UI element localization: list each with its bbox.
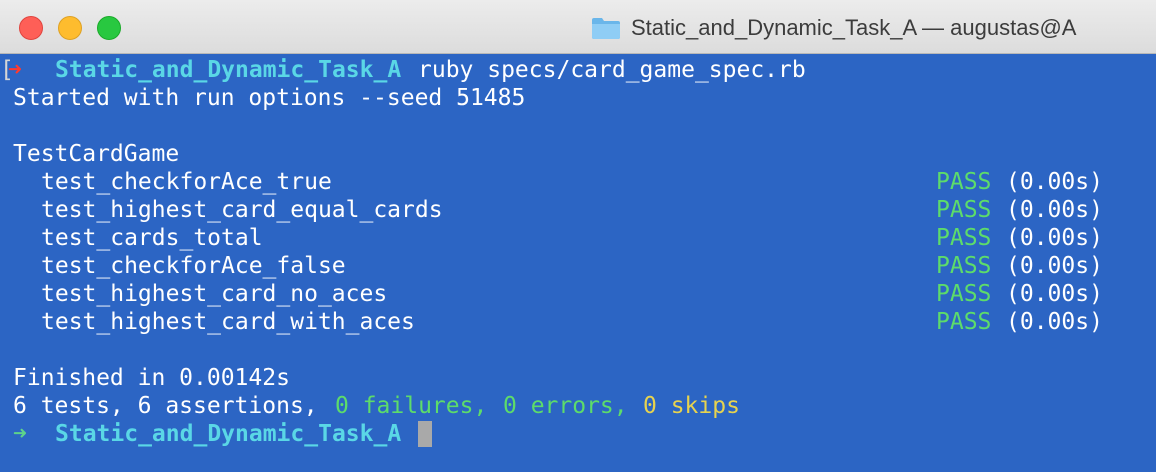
folder-icon: [591, 16, 621, 40]
prompt-line-1: [ ➜ Static_and_Dynamic_Task_A ruby specs…: [0, 56, 806, 84]
title-bar[interactable]: Static_and_Dynamic_Task_A — augustas@A: [0, 0, 1156, 54]
test-name: test_highest_card_with_aces: [41, 309, 415, 335]
summary-failures: 0 failures,: [335, 393, 502, 419]
test-time: (0.00s): [1006, 169, 1103, 195]
finished-text: Finished in 0.00142s: [13, 365, 290, 391]
test-time: (0.00s): [1006, 281, 1103, 307]
terminal-window: Static_and_Dynamic_Task_A — augustas@A […: [0, 0, 1156, 472]
finished-line: Finished in 0.00142s: [0, 364, 290, 392]
terminal-output[interactable]: [ ➜ Static_and_Dynamic_Task_A ruby specs…: [0, 54, 1156, 472]
test-time: (0.00s): [1006, 225, 1103, 251]
test-row: test_highest_card_with_aces PASS (0.00s): [0, 308, 1103, 336]
summary-skips: 0 skips: [643, 393, 740, 419]
test-name: test_highest_card_no_aces: [41, 281, 388, 307]
test-row: test_highest_card_no_aces PASS (0.00s): [0, 280, 1103, 308]
test-name: test_cards_total: [41, 225, 263, 251]
test-status: PASS: [936, 281, 992, 307]
suite-name: TestCardGame: [13, 141, 180, 167]
test-name: test_highest_card_equal_cards: [41, 197, 443, 223]
prompt-directory: Static_and_Dynamic_Task_A: [55, 421, 402, 447]
summary-errors: 0 errors,: [503, 393, 642, 419]
test-name: test_checkforAce_false: [41, 253, 346, 279]
test-status: PASS: [936, 225, 992, 251]
prompt-line-2[interactable]: ➜ Static_and_Dynamic_Task_A: [0, 420, 432, 448]
test-status: PASS: [936, 309, 992, 335]
zoom-button[interactable]: [97, 16, 121, 40]
test-status: PASS: [936, 253, 992, 279]
test-row: test_cards_total PASS (0.00s): [0, 224, 1103, 252]
close-button[interactable]: [19, 16, 43, 40]
arrow-icon: ➜: [8, 57, 22, 83]
test-row: test_checkforAce_true PASS (0.00s): [0, 168, 1103, 196]
suite-line: TestCardGame: [0, 140, 179, 168]
command-text: ruby specs/card_game_spec.rb: [418, 57, 806, 83]
window-title: Static_and_Dynamic_Task_A — augustas@A: [631, 15, 1077, 40]
minimize-button[interactable]: [58, 16, 82, 40]
test-time: (0.00s): [1006, 197, 1103, 223]
test-status: PASS: [936, 169, 992, 195]
prompt-directory: Static_and_Dynamic_Task_A: [55, 57, 402, 83]
test-row: test_highest_card_equal_cards PASS (0.00…: [0, 196, 1103, 224]
text-cursor: [418, 421, 432, 447]
test-row: test_checkforAce_false PASS (0.00s): [0, 252, 1103, 280]
summary-line: 6 tests, 6 assertions, 0 failures, 0 err…: [0, 392, 740, 420]
test-time: (0.00s): [1006, 309, 1103, 335]
test-status: PASS: [936, 197, 992, 223]
arrow-icon: ➜: [13, 421, 27, 447]
test-time: (0.00s): [1006, 253, 1103, 279]
summary-prefix: 6 tests, 6 assertions,: [13, 393, 332, 419]
started-text: Started with run options --seed 51485: [13, 85, 526, 111]
test-name: test_checkforAce_true: [41, 169, 332, 195]
started-line: Started with run options --seed 51485: [0, 84, 525, 112]
